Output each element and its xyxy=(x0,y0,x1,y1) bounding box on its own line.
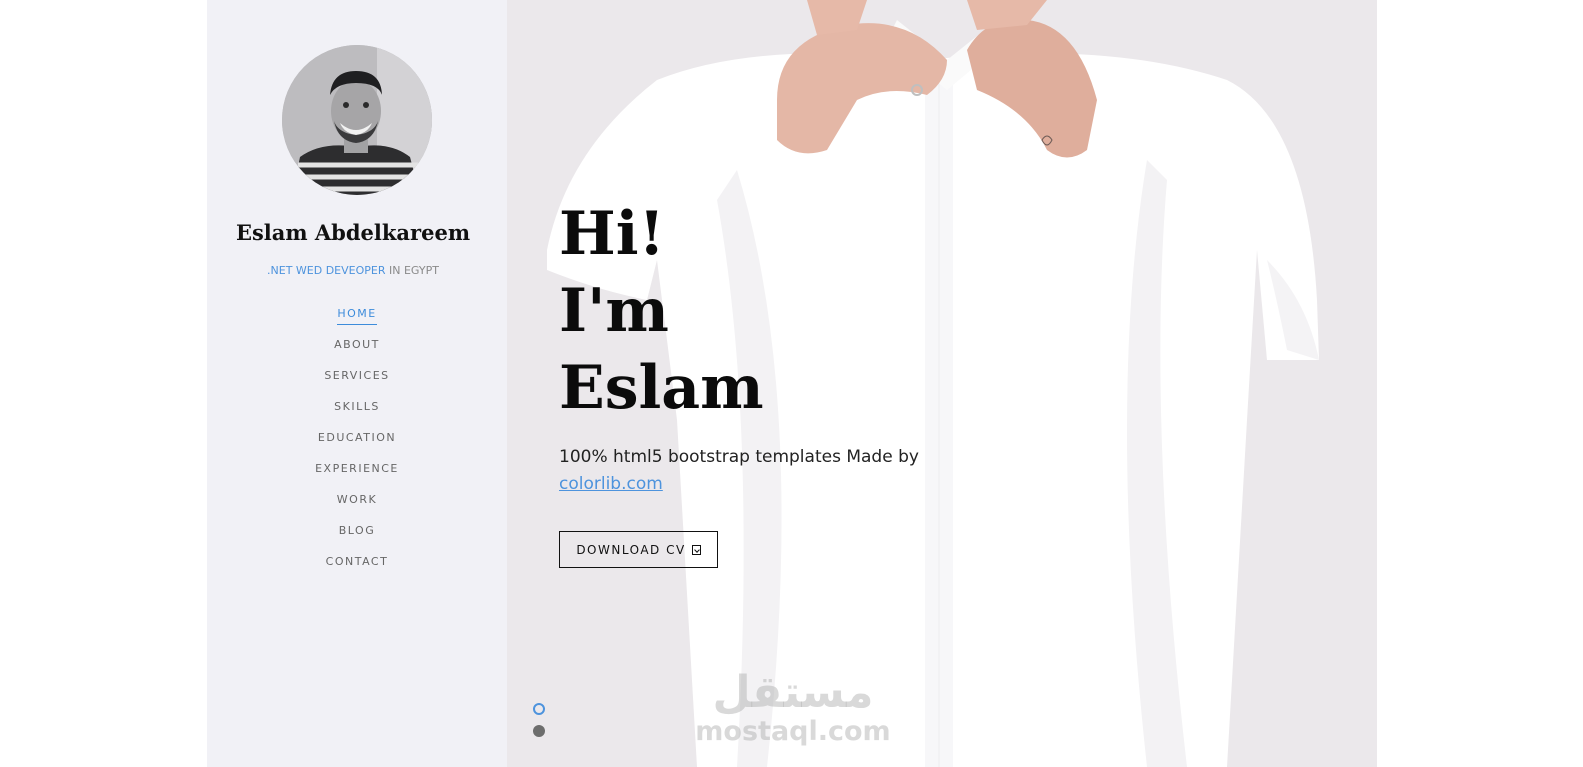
tagline-location: IN EGYPT xyxy=(385,264,439,277)
nav-label[interactable]: EDUCATION xyxy=(318,430,396,448)
hero-heading-line: Eslam xyxy=(559,353,764,423)
watermark-logo: مستقل mostaql.com xyxy=(693,668,893,746)
nav-label[interactable]: HOME xyxy=(337,306,377,325)
nav-item-experience[interactable]: EXPERIENCE xyxy=(207,461,507,492)
nav-label[interactable]: CONTACT xyxy=(326,554,389,572)
nav-item-contact[interactable]: CONTACT xyxy=(207,554,507,585)
nav-item-education[interactable]: EDUCATION xyxy=(207,430,507,461)
nav-item-blog[interactable]: BLOG xyxy=(207,523,507,554)
nav-label[interactable]: BLOG xyxy=(339,523,375,541)
hero-heading-line: I'm xyxy=(559,276,669,346)
nav-label[interactable]: WORK xyxy=(337,492,377,510)
hero-description-text: 100% html5 bootstrap templates Made by xyxy=(559,447,919,467)
nav-item-skills[interactable]: SKILLS xyxy=(207,399,507,430)
main-nav: HOME ABOUT SERVICES SKILLS EDUCATION EXP… xyxy=(207,306,507,585)
hero-slider: Hi! I'm Eslam 100% html5 bootstrap templ… xyxy=(507,0,1377,767)
profile-name: Eslam Abdelkareem xyxy=(235,220,471,245)
avatar-photo xyxy=(282,45,432,195)
download-cv-label: DOWNLOAD CV xyxy=(576,542,686,557)
hero-heading-line: Hi! xyxy=(559,199,665,269)
nav-label[interactable]: SKILLS xyxy=(334,399,380,417)
tagline-role: .NET WED DEVEOPER xyxy=(267,264,386,277)
watermark-latin: mostaql.com xyxy=(695,716,891,747)
nav-item-work[interactable]: WORK xyxy=(207,492,507,523)
avatar xyxy=(282,45,432,195)
nav-item-home[interactable]: HOME xyxy=(207,306,507,337)
nav-label[interactable]: EXPERIENCE xyxy=(315,461,399,479)
colorlib-link[interactable]: colorlib.com xyxy=(559,474,663,494)
nav-item-services[interactable]: SERVICES xyxy=(207,368,507,399)
sidebar: Eslam Abdelkareem .NET WED DEVEOPER IN E… xyxy=(207,0,507,767)
nav-label[interactable]: ABOUT xyxy=(334,337,380,355)
slide-dot-2[interactable] xyxy=(533,725,545,737)
hero-description: 100% html5 bootstrap templates Made by c… xyxy=(559,444,919,498)
watermark-arabic: مستقل xyxy=(712,667,874,718)
slide-dot-1[interactable] xyxy=(533,703,545,715)
download-icon xyxy=(691,544,701,555)
page: Eslam Abdelkareem .NET WED DEVEOPER IN E… xyxy=(207,0,1377,767)
profile-tagline: .NET WED DEVEOPER IN EGYPT xyxy=(207,264,499,277)
download-cv-button[interactable]: DOWNLOAD CV xyxy=(559,531,718,568)
nav-label[interactable]: SERVICES xyxy=(324,368,389,386)
nav-item-about[interactable]: ABOUT xyxy=(207,337,507,368)
hero-heading: Hi! I'm Eslam xyxy=(559,196,764,427)
